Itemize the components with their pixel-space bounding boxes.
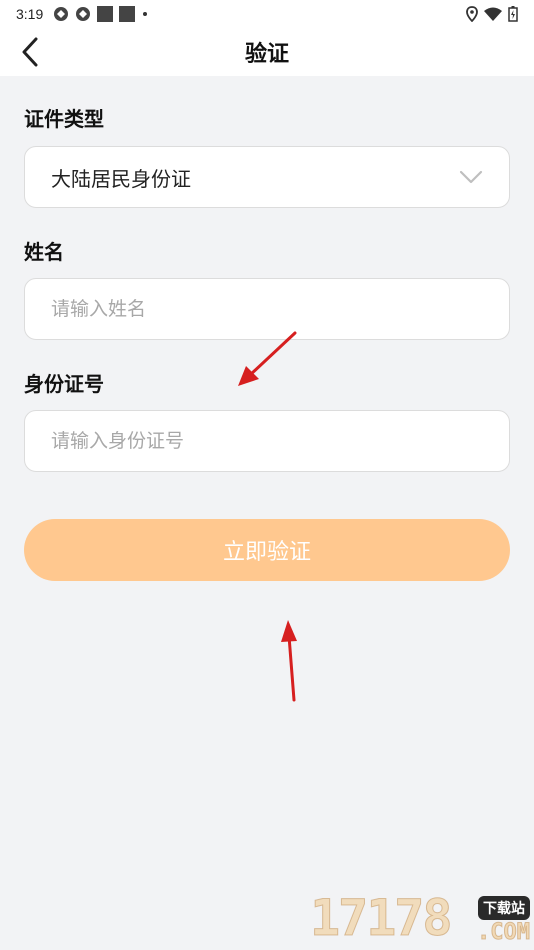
- nav-bar: 验证: [0, 28, 534, 76]
- annotation-arrow-icon: [281, 620, 297, 702]
- more-notifications-icon: [143, 12, 148, 16]
- watermark-tag: 下载站: [478, 896, 530, 920]
- location-icon: [466, 6, 478, 22]
- status-time: 3:19: [16, 6, 44, 22]
- id-number-input[interactable]: [51, 430, 483, 452]
- notification-icon: [97, 6, 114, 22]
- page-title: 验证: [244, 42, 289, 67]
- id-type-value: 大陆居民身份证: [51, 166, 191, 191]
- status-left: 3:19: [16, 6, 148, 22]
- chevron-down-icon: [459, 170, 483, 184]
- id-type-label: 证件类型: [24, 107, 104, 131]
- annotation-arrow-icon: [238, 331, 297, 386]
- id-type-select[interactable]: 大陆居民身份证: [24, 146, 510, 208]
- wifi-icon: [484, 7, 502, 21]
- notification-icon: [119, 6, 136, 22]
- name-input[interactable]: [51, 298, 483, 320]
- watermark-suffix: .COM: [477, 920, 531, 946]
- sync-icon: [76, 7, 91, 21]
- sync-icon: [54, 7, 69, 21]
- id-number-label: 身份证号: [24, 372, 104, 396]
- watermark-number: 17178: [310, 889, 454, 947]
- name-label: 姓名: [24, 240, 64, 264]
- id-number-field-container: [24, 410, 510, 472]
- back-button[interactable]: [14, 36, 46, 68]
- battery-icon: [508, 6, 518, 22]
- chevron-left-icon: [22, 37, 38, 67]
- status-right: [466, 6, 518, 22]
- watermark: 17178 下载站 .COM: [310, 886, 534, 950]
- verify-button[interactable]: 立即验证: [24, 519, 510, 581]
- status-bar: 3:19: [0, 0, 534, 28]
